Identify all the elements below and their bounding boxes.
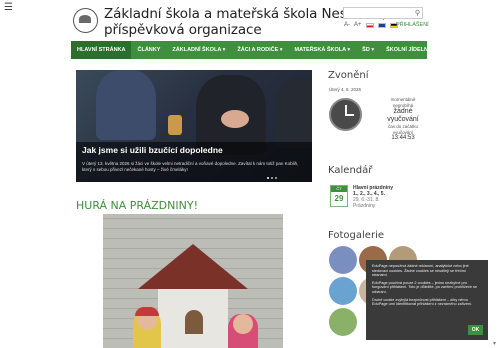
- calendar-heading: Kalendář: [328, 165, 373, 176]
- photo-door: [185, 310, 203, 334]
- czech-flag-icon[interactable]: [365, 22, 374, 28]
- slider-dot[interactable]: [275, 177, 277, 179]
- calendar-event-type: Prázdniny: [353, 203, 376, 209]
- slide-person: [96, 70, 156, 140]
- nav-item-pupils-parents[interactable]: ŽÁCI A RODIČE ▾: [231, 41, 288, 59]
- accessibility-tools: A- A+: [344, 22, 398, 28]
- gallery-thumbnail[interactable]: [329, 308, 357, 336]
- cookie-text: EduPage používá pouze 2 cookies – jedno …: [372, 280, 478, 294]
- calendar-event[interactable]: Hlavní prázdniny 1., 2., 3., 4., 5. 29. …: [353, 185, 393, 209]
- nav-item-kindergarten[interactable]: MATEŘSKÁ ŠKOLA ▾: [289, 41, 357, 59]
- photo-child-head: [233, 314, 253, 334]
- clock-icon: [329, 98, 362, 131]
- search-input[interactable]: ⚲: [343, 7, 423, 19]
- nav-item-articles[interactable]: ČLÁNKY: [131, 41, 166, 59]
- gallery-heading: Fotogalerie: [328, 230, 385, 241]
- calendar-day-number: 29: [334, 194, 344, 203]
- gallery-thumbnail[interactable]: [329, 277, 357, 305]
- search-icon[interactable]: ⚲: [415, 9, 420, 17]
- english-flag-icon[interactable]: [377, 22, 386, 28]
- nav-item-after-school[interactable]: ŠD ▾: [356, 41, 380, 59]
- clock-state-big2: vyučování: [387, 116, 419, 123]
- cookie-text: Druhé cookie zvýhýlá bezpečnost přihláše…: [372, 297, 473, 307]
- scroll-down-icon[interactable]: ▾: [493, 340, 496, 347]
- slide-jar: [168, 115, 182, 135]
- news-slider[interactable]: Jak jsme si užili bzučící dopoledne V út…: [76, 70, 312, 182]
- gallery-thumbnail[interactable]: [329, 246, 357, 274]
- article-heading[interactable]: HURÁ NA PRÁZDNINY!: [76, 199, 198, 212]
- clock-date: Úterý 4. 8. 2026: [329, 87, 362, 92]
- hamburger-icon[interactable]: ☰: [4, 3, 13, 13]
- clock-heading: Zvonění: [328, 70, 369, 81]
- slide-text: V úterý 13. května 2026 si žáci ve škole…: [82, 161, 299, 172]
- site-header: ☰ Základní škola a mateřská škola Nesovi…: [0, 0, 500, 40]
- slide-hands: [221, 110, 249, 128]
- slide-caption: Jak jsme si užili bzučící dopoledne V út…: [76, 142, 312, 182]
- login-link[interactable]: PŘIHLÁŠENÍ: [396, 22, 429, 28]
- slide-title[interactable]: Jak jsme si užili bzučící dopoledne: [82, 145, 306, 156]
- photo-child-hat: [135, 307, 159, 316]
- clock-info: momentálně neprobíhá žádné vyučování čas…: [376, 97, 430, 142]
- slide-person: [276, 78, 312, 148]
- font-decrease-button[interactable]: A-: [344, 22, 350, 28]
- cookie-banner: EduPage nepoužívá žádné reklamní, analyt…: [366, 260, 488, 340]
- cookie-ok-button[interactable]: OK: [468, 325, 483, 335]
- calendar-date-box[interactable]: ČT 29: [330, 185, 348, 207]
- slider-dot[interactable]: [271, 177, 273, 179]
- clock-state-big1: žádné: [393, 108, 413, 115]
- cookie-text: EduPage nepoužívá žádné reklamní, analyt…: [372, 264, 469, 278]
- clock-time: 13:44:53: [391, 135, 415, 141]
- font-increase-button[interactable]: A+: [354, 22, 362, 28]
- nav-item-primary-school[interactable]: ZÁKLADNÍ ŠKOLA ▾: [166, 41, 231, 59]
- main-navigation: HLAVNÍ STRÁNKA ČLÁNKY ZÁKLADNÍ ŠKOLA ▾ Ž…: [71, 41, 436, 59]
- article-photo[interactable]: [103, 214, 283, 348]
- nav-item-home[interactable]: HLAVNÍ STRÁNKA: [71, 41, 132, 59]
- slider-dots: [267, 177, 277, 179]
- photo-roof: [138, 244, 248, 289]
- slider-dot[interactable]: [267, 177, 269, 179]
- nav-item-canteen[interactable]: ŠKOLNÍ JÍDELNA ▾: [380, 41, 442, 59]
- school-logo-icon[interactable]: [73, 8, 98, 33]
